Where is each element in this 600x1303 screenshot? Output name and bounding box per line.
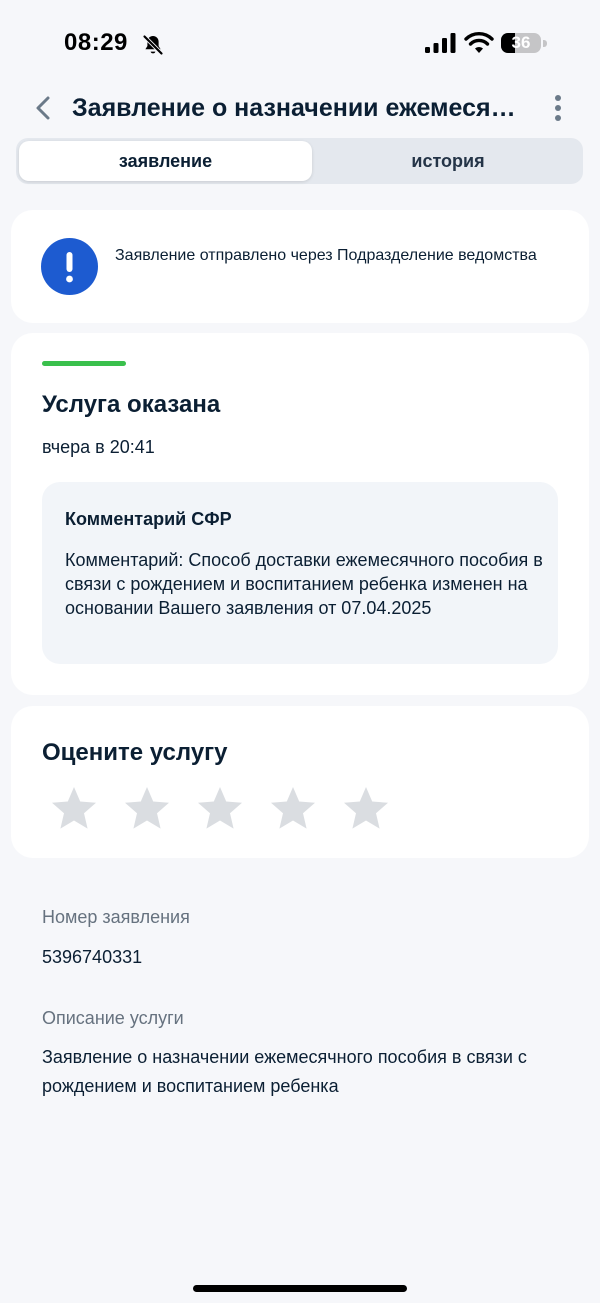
application-number-value: 5396740331 [42, 947, 143, 967]
star-icon[interactable] [195, 784, 245, 834]
star-icon[interactable] [49, 784, 99, 834]
rating-card: Оцените услугу [11, 706, 589, 858]
bell-muted-icon [142, 34, 164, 56]
cellular-signal-icon [425, 33, 456, 53]
comment-box: Комментарий СФР Комментарий: Способ дост… [42, 482, 558, 664]
notice-text: Заявление отправлено через Подразделение… [115, 247, 537, 264]
exclamation-icon [41, 238, 98, 295]
home-indicator[interactable] [193, 1285, 407, 1292]
rating-title: Оцените услугу [42, 739, 228, 766]
service-description-label: Описание услуги [42, 1008, 184, 1028]
status-time: 08:29 [64, 29, 128, 56]
status-progress-bar [42, 361, 126, 366]
notice-card: Заявление отправлено через Подразделение… [11, 210, 589, 323]
service-description-value: Заявление о назначении ежемесячного посо… [42, 1047, 527, 1096]
star-icon[interactable] [268, 784, 318, 834]
star-icon[interactable] [122, 784, 172, 834]
status-timestamp: вчера в 20:41 [42, 437, 155, 457]
tab-history[interactable]: история [316, 141, 580, 181]
application-number-label: Номер заявления [42, 907, 190, 927]
tab-application[interactable]: заявление [19, 141, 312, 181]
page-title: Заявление о назначении ежемесячного посо… [72, 94, 518, 122]
status-title: Услуга оказана [42, 391, 221, 418]
chevron-left-icon[interactable] [28, 92, 60, 124]
tab-bar: заявление история [16, 138, 583, 184]
star-icon[interactable] [341, 784, 391, 834]
status-card: Услуга оказана вчера в 20:41 Комментарий… [11, 333, 589, 695]
battery-icon: 36 [501, 31, 549, 55]
kebab-menu-icon[interactable] [544, 92, 572, 124]
status-progress-fill [42, 361, 126, 366]
status-bar: 08:29 36 [0, 0, 600, 80]
header: Заявление о назначении ежемесячного посо… [0, 84, 600, 132]
battery-level: 36 [511, 33, 531, 52]
comment-title: Комментарий СФР [65, 509, 232, 529]
wifi-icon [464, 32, 494, 53]
comment-body: Комментарий: Способ доставки ежемесячног… [65, 550, 543, 618]
rating-stars [49, 784, 409, 834]
